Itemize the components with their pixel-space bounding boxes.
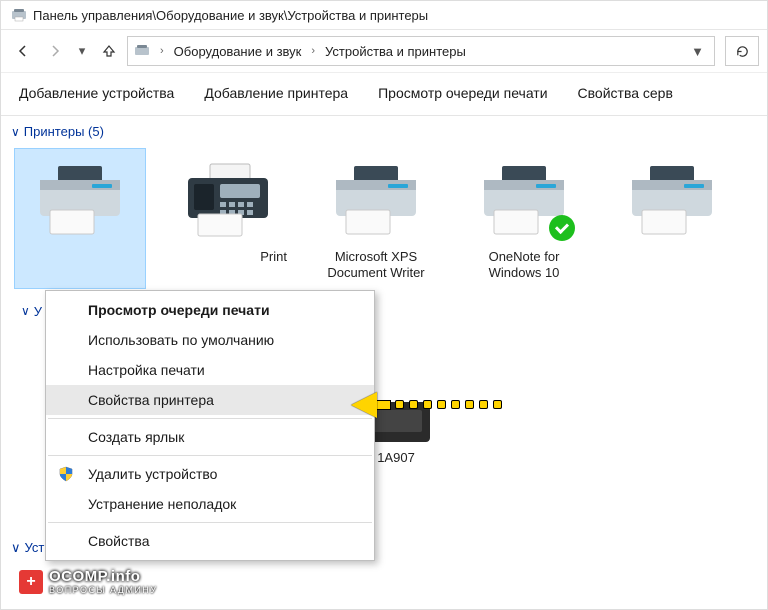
device-label xyxy=(15,245,145,271)
menu-create-shortcut[interactable]: Создать ярлык xyxy=(46,422,374,452)
chevron-down-icon: ∨ xyxy=(21,304,30,318)
control-panel-icon xyxy=(11,7,27,23)
device-label: OneNote for Windows 10 xyxy=(459,245,589,288)
chevron-down-icon: ∨ xyxy=(11,125,20,139)
group-label-printers: Принтеры (5) xyxy=(24,124,104,139)
address-bar[interactable]: › Оборудование и звук › Устройства и при… xyxy=(127,36,715,66)
default-check-badge xyxy=(549,215,575,241)
watermark-site: OCOMP.info xyxy=(49,568,158,585)
address-dropdown-button[interactable]: ▼ xyxy=(687,44,708,59)
device-item[interactable]: Print xyxy=(163,149,293,288)
menu-remove-device[interactable]: Удалить устройство xyxy=(46,459,374,489)
annotation-arrow xyxy=(351,392,507,418)
window-titlebar: Панель управления\Оборудование и звук\Ус… xyxy=(1,1,767,30)
toolbar-server-properties[interactable]: Свойства серв xyxy=(578,85,673,101)
menu-properties[interactable]: Свойства xyxy=(46,526,374,556)
menu-set-default[interactable]: Использовать по умолчанию xyxy=(46,325,374,355)
control-panel-crumb-icon xyxy=(134,43,150,59)
toolbar-add-printer[interactable]: Добавление принтера xyxy=(204,85,348,101)
group-header-printers[interactable]: ∨ Принтеры (5) xyxy=(1,120,767,143)
recent-locations-button[interactable]: ▾ xyxy=(73,37,91,65)
watermark-subtitle: ВОПРОСЫ АДМИНУ xyxy=(49,585,158,595)
group-label-partial: У xyxy=(34,304,42,319)
printers-list: Print Microsoft XPS Document Writer xyxy=(1,143,767,300)
menu-troubleshoot[interactable]: Устранение неполадок xyxy=(46,489,374,519)
device-item[interactable]: OneNote for Windows 10 xyxy=(459,149,589,288)
window-title: Панель управления\Оборудование и звук\Ус… xyxy=(33,8,428,23)
device-item[interactable]: Microsoft XPS Document Writer xyxy=(311,149,441,288)
toolbar-view-queue[interactable]: Просмотр очереди печати xyxy=(378,85,547,101)
device-item[interactable] xyxy=(607,149,737,288)
uac-shield-icon xyxy=(58,466,74,482)
printer-icon xyxy=(459,155,589,245)
breadcrumb-hardware-sound[interactable]: Оборудование и звук xyxy=(174,44,302,59)
watermark-badge-icon: + xyxy=(19,570,43,594)
device-label: Microsoft XPS Document Writer xyxy=(311,245,441,288)
breadcrumb-devices-printers[interactable]: Устройства и принтеры xyxy=(325,44,466,59)
back-button[interactable] xyxy=(9,37,37,65)
forward-button[interactable] xyxy=(41,37,69,65)
fax-icon xyxy=(163,155,293,245)
context-menu: Просмотр очереди печати Использовать по … xyxy=(45,290,375,561)
menu-remove-device-label: Удалить устройство xyxy=(88,466,217,482)
device-label: Print xyxy=(163,245,293,271)
menu-printer-properties[interactable]: Свойства принтера xyxy=(46,385,374,415)
command-toolbar: Добавление устройства Добавление принтер… xyxy=(1,73,767,113)
chevron-down-icon: ∨ xyxy=(11,540,21,556)
toolbar-add-device[interactable]: Добавление устройства xyxy=(19,85,174,101)
chevron-right-icon[interactable]: › xyxy=(307,45,319,57)
up-button[interactable] xyxy=(95,37,123,65)
chevron-right-icon[interactable]: › xyxy=(156,45,168,57)
printer-icon xyxy=(607,155,737,245)
printer-icon xyxy=(311,155,441,245)
navigation-bar: ▾ › Оборудование и звук › Устройства и п… xyxy=(1,30,767,73)
menu-printing-preferences[interactable]: Настройка печати xyxy=(46,355,374,385)
device-label xyxy=(607,245,737,271)
device-item-selected[interactable] xyxy=(15,149,145,288)
watermark: + OCOMP.info ВОПРОСЫ АДМИНУ xyxy=(19,568,158,595)
printer-icon xyxy=(15,155,145,245)
refresh-button[interactable] xyxy=(725,36,759,66)
menu-view-print-queue[interactable]: Просмотр очереди печати xyxy=(46,295,374,325)
